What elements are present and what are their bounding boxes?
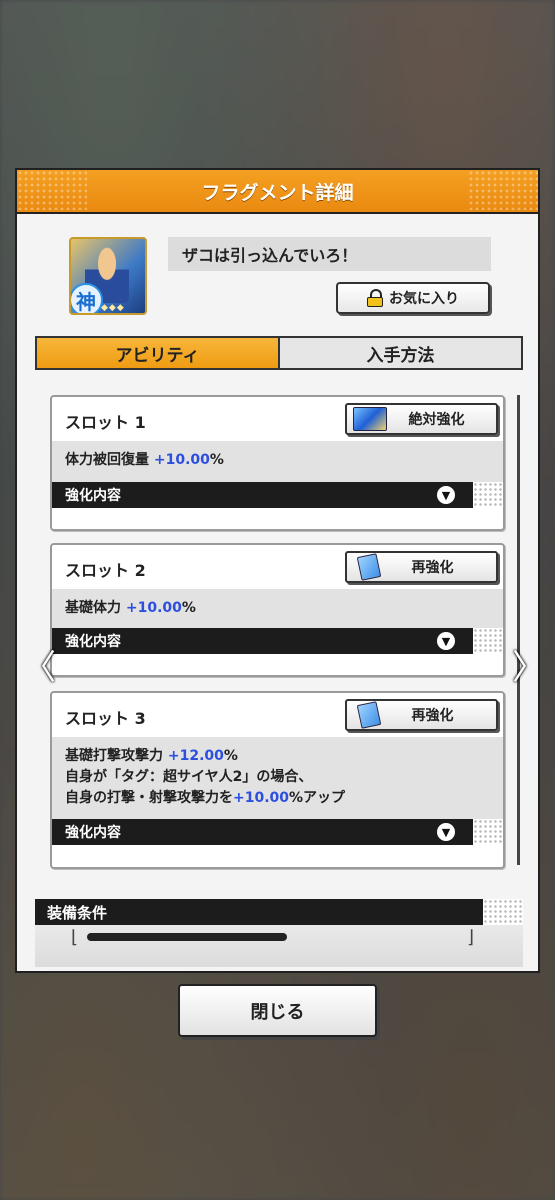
god-badge: 神 — [71, 283, 103, 313]
tab-ability[interactable]: アビリティ — [37, 338, 280, 368]
equip-conditions-label: 装備条件 — [47, 903, 108, 922]
tab-bar: アビリティ 入手方法 — [35, 336, 523, 370]
favorite-button[interactable]: お気に入り — [336, 282, 490, 314]
dialog-title: フラグメント詳細 — [201, 181, 354, 204]
lock-icon — [367, 289, 383, 307]
slot-button-label: 再強化 — [411, 560, 454, 576]
effect-line: 自身が「タグ：超サイヤ人2」の場合、 — [65, 769, 313, 785]
close-button[interactable]: 閉じる — [178, 984, 377, 1037]
equip-conditions-area[interactable]: ⌊ ⌋ — [35, 925, 523, 967]
horizontal-scroll-indicator[interactable] — [87, 933, 287, 941]
chevron-down-icon: ▼ — [437, 632, 455, 650]
next-arrow-icon[interactable]: 〉 — [512, 650, 546, 686]
absolute-enhance-button[interactable]: 絶対強化 — [345, 403, 498, 435]
note-icon — [356, 553, 382, 581]
equip-conditions-header: 装備条件 — [35, 899, 523, 925]
favorite-label: お気に入り — [389, 291, 459, 307]
slot-title: スロット 1 — [65, 413, 146, 432]
slot-card-3: スロット 3 再強化 基礎打撃攻撃力 +12.00% 自身が「タグ：超サイヤ人2… — [50, 691, 505, 869]
dialog-header: フラグメント詳細 — [17, 170, 538, 214]
enhance-detail-toggle[interactable]: 強化内容 ▼ — [52, 819, 503, 845]
scrollbar[interactable] — [517, 395, 520, 865]
card-icon — [353, 407, 387, 431]
enhance-detail-toggle[interactable]: 強化内容 ▼ — [52, 628, 503, 654]
note-icon — [356, 701, 382, 729]
re-enhance-button[interactable]: 再強化 — [345, 699, 498, 731]
fragment-name: ザコは引っ込んでいろ！ — [168, 237, 491, 271]
chevron-down-icon: ▼ — [437, 486, 455, 504]
slot-title: スロット 2 — [65, 561, 146, 580]
slot-title: スロット 3 — [65, 709, 146, 728]
slot-button-label: 再強化 — [411, 708, 454, 724]
enhance-detail-label: 強化内容 — [65, 488, 121, 504]
fragment-thumbnail[interactable]: 神 ◆◆◆ — [69, 237, 147, 315]
slot-effects: 体力被回復量 +10.00% — [52, 441, 503, 482]
slot-list[interactable]: スロット 1 絶対強化 体力被回復量 +10.00% 強化内容 ▼ スロット 2… — [50, 395, 508, 870]
effect-line: 自身の打撃・射撃攻撃力を+10.00%アップ — [65, 790, 346, 806]
tab-acquisition[interactable]: 入手方法 — [280, 338, 521, 368]
previous-arrow-icon[interactable]: 〈 — [22, 650, 56, 686]
enhance-detail-label: 強化内容 — [65, 825, 121, 841]
fragment-detail-dialog: フラグメント詳細 神 ◆◆◆ ザコは引っ込んでいろ！ お気に入り アビリティ 入… — [15, 168, 540, 973]
slot-effects: 基礎体力 +10.00% — [52, 589, 503, 628]
slot-card-1: スロット 1 絶対強化 体力被回復量 +10.00% 強化内容 ▼ — [50, 395, 505, 531]
enhance-detail-toggle[interactable]: 強化内容 ▼ — [52, 482, 503, 508]
effect-line: 体力被回復量 +10.00% — [65, 452, 224, 468]
slot-effects: 基礎打撃攻撃力 +12.00% 自身が「タグ：超サイヤ人2」の場合、 自身の打撃… — [52, 737, 503, 819]
chevron-down-icon: ▼ — [437, 823, 455, 841]
effect-line: 基礎体力 +10.00% — [65, 600, 196, 616]
re-enhance-button[interactable]: 再強化 — [345, 551, 498, 583]
rarity-stars: ◆◆◆ — [101, 303, 125, 313]
slot-card-2: スロット 2 再強化 基礎体力 +10.00% 強化内容 ▼ — [50, 543, 505, 677]
slot-button-label: 絶対強化 — [408, 412, 465, 428]
enhance-detail-label: 強化内容 — [65, 634, 121, 650]
effect-line: 基礎打撃攻撃力 +12.00% — [65, 748, 238, 764]
